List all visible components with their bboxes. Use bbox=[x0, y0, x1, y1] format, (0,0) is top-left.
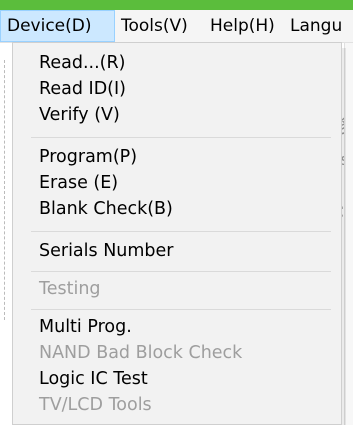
menu-item-label: Blank Check(B) bbox=[39, 199, 173, 219]
menu-language[interactable]: Langu bbox=[284, 10, 348, 42]
title-accent-strip bbox=[0, 0, 353, 10]
menu-item-blank-check[interactable]: Blank Check(B) bbox=[13, 195, 343, 225]
menu-item-serials-number[interactable]: Serials Number bbox=[13, 237, 343, 267]
menu-tools[interactable]: Tools(V) bbox=[115, 10, 194, 42]
menu-help[interactable]: Help(H) bbox=[204, 10, 281, 42]
menu-item-label: Read ID(I) bbox=[39, 79, 126, 99]
menu-separator bbox=[31, 137, 331, 138]
menu-item-label: Read...(R) bbox=[39, 53, 126, 73]
menu-separator bbox=[31, 309, 331, 310]
menu-item-label: TV/LCD Tools bbox=[39, 395, 152, 415]
menu-item-label: Erase (E) bbox=[39, 173, 119, 193]
menu-item-label: Serials Number bbox=[39, 241, 174, 261]
menu-item-label: Verify (V) bbox=[39, 105, 120, 125]
menu-item-tv-lcd-tools: TV/LCD Tools bbox=[13, 391, 343, 421]
menu-item-label: Program(P) bbox=[39, 147, 138, 167]
device-dropdown-menu: Read...(R) Read ID(I) Verify (V) Program… bbox=[12, 42, 342, 425]
menu-item-label: Multi Prog. bbox=[39, 317, 132, 337]
menu-bar: Device(D) Tools(V) Help(H) Langu bbox=[0, 10, 353, 43]
menu-item-label: NAND Bad Block Check bbox=[39, 343, 243, 363]
menu-separator bbox=[31, 271, 331, 272]
menu-item-verify[interactable]: Verify (V) bbox=[13, 101, 343, 131]
menu-item-label: Testing bbox=[39, 279, 101, 299]
menu-separator bbox=[31, 231, 331, 232]
background-panel-edge bbox=[0, 60, 5, 320]
menu-item-label: Logic IC Test bbox=[39, 369, 148, 389]
menu-item-testing: Testing bbox=[13, 275, 343, 305]
menu-device[interactable]: Device(D) bbox=[0, 10, 115, 42]
